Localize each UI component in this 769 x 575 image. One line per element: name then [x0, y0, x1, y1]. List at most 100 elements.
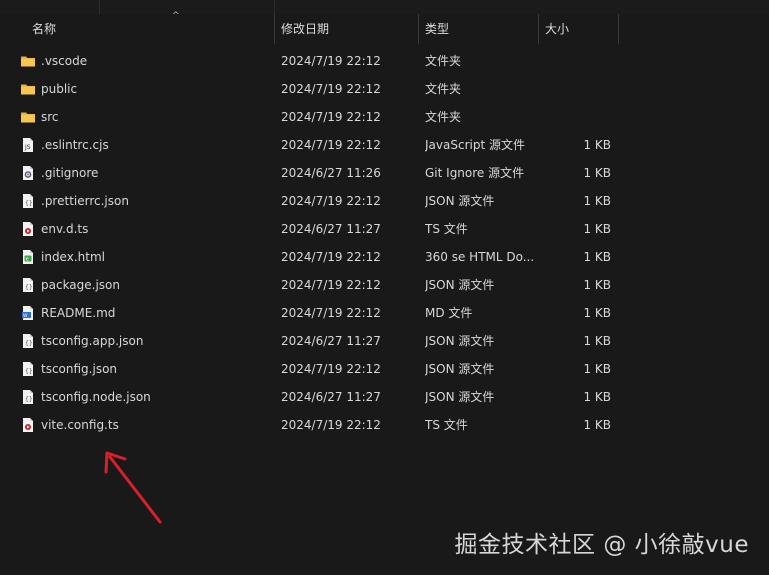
- column-name-label: 名称: [32, 22, 57, 36]
- file-type: MD 文件: [425, 306, 473, 320]
- file-name: package.json: [41, 278, 121, 292]
- folder-icon: [20, 53, 36, 69]
- file-name: .gitignore: [41, 166, 99, 180]
- file-size: 1 KB: [583, 250, 611, 264]
- ts-file-icon: [20, 417, 36, 433]
- file-row[interactable]: public 2024/7/19 22:12 文件夹: [0, 75, 769, 103]
- file-row[interactable]: {} tsconfig.node.json 2024/6/27 11:27 JSON …: [0, 383, 769, 411]
- file-modified-date: 2024/6/27 11:27: [281, 222, 381, 236]
- json-file-icon: {}: [20, 277, 36, 293]
- svg-text:{}: {}: [25, 340, 33, 347]
- file-modified-date: 2024/7/19 22:12: [281, 110, 381, 124]
- file-size: [540, 75, 611, 103]
- file-type: TS 文件: [425, 418, 468, 432]
- svg-text:{}: {}: [25, 284, 33, 291]
- file-name: env.d.ts: [41, 222, 89, 236]
- file-modified-date: 2024/7/19 22:12: [281, 278, 381, 292]
- file-modified-date: 2024/7/19 22:12: [281, 54, 381, 68]
- file-modified-date: 2024/7/19 22:12: [281, 306, 381, 320]
- file-modified-date: 2024/6/27 11:27: [281, 334, 381, 348]
- json-file-icon: {}: [20, 333, 36, 349]
- md-file-icon: W: [20, 305, 36, 321]
- file-row[interactable]: .gitignore 2024/6/27 11:26 Git Ignore 源文件 1…: [0, 159, 769, 187]
- file-size: 1 KB: [583, 390, 611, 404]
- folder-icon: [20, 81, 36, 97]
- file-modified-date: 2024/7/19 22:12: [281, 418, 381, 432]
- file-row[interactable]: {} package.json 2024/7/19 22:12 JSON 源文件 1 K…: [0, 271, 769, 299]
- file-modified-date: 2024/7/19 22:12: [281, 362, 381, 376]
- file-type: JSON 源文件: [425, 390, 495, 404]
- file-modified-date: 2024/7/19 22:12: [281, 82, 381, 96]
- svg-text:JS: JS: [24, 144, 31, 151]
- column-date[interactable]: 修改日期: [275, 14, 419, 44]
- file-name: tsconfig.json: [41, 362, 118, 376]
- file-name: tsconfig.node.json: [41, 390, 151, 404]
- file-size: 1 KB: [583, 138, 611, 152]
- file-type: JSON 源文件: [425, 194, 495, 208]
- file-modified-date: 2024/7/19 22:12: [281, 250, 381, 264]
- column-size-label: 大小: [545, 22, 570, 36]
- file-name: .prettierrc.json: [41, 194, 129, 208]
- file-row[interactable]: {} tsconfig.app.json 2024/6/27 11:27 JSON 源…: [0, 327, 769, 355]
- file-row[interactable]: vite.config.ts 2024/7/19 22:12 TS 文件 1 KB: [0, 411, 769, 439]
- red-arrow-annotation: [104, 451, 162, 524]
- column-name[interactable]: 名称 ^: [26, 11, 275, 44]
- file-row[interactable]: W README.md 2024/7/19 22:12 MD 文件 1 KB: [0, 299, 769, 327]
- file-row[interactable]: {} tsconfig.json 2024/7/19 22:12 JSON 源文件 1 …: [0, 355, 769, 383]
- json-file-icon: {}: [20, 389, 36, 405]
- file-row[interactable]: JS .eslintrc.cjs 2024/7/19 22:12 JavaScript…: [0, 131, 769, 159]
- file-row[interactable]: env.d.ts 2024/6/27 11:27 TS 文件 1 KB: [0, 215, 769, 243]
- file-type: JavaScript 源文件: [425, 138, 525, 152]
- file-size: 1 KB: [583, 194, 611, 208]
- file-name: public: [41, 82, 78, 96]
- file-type: 360 se HTML Do...: [425, 250, 535, 264]
- file-modified-date: 2024/6/27 11:27: [281, 390, 381, 404]
- file-modified-date: 2024/7/19 22:12: [281, 138, 381, 152]
- file-size: [540, 103, 611, 131]
- file-type: 文件夹: [425, 82, 462, 96]
- file-name: tsconfig.app.json: [41, 334, 144, 348]
- file-row[interactable]: e index.html 2024/7/19 22:12 360 se HTML Do…: [0, 243, 769, 271]
- watermark-text: 掘金技术社区 @ 小徐敲vue: [454, 532, 749, 558]
- file-name: .vscode: [41, 54, 88, 68]
- sort-up-icon: ^: [172, 11, 180, 21]
- file-type: JSON 源文件: [425, 278, 495, 292]
- file-row[interactable]: .vscode 2024/7/19 22:12 文件夹: [0, 47, 769, 75]
- file-modified-date: 2024/6/27 11:26: [281, 166, 381, 180]
- file-row[interactable]: src 2024/7/19 22:12 文件夹: [0, 103, 769, 131]
- file-type: Git Ignore 源文件: [425, 166, 525, 180]
- file-size: 1 KB: [583, 362, 611, 376]
- file-size: 1 KB: [583, 306, 611, 320]
- file-modified-date: 2024/7/19 22:12: [281, 194, 381, 208]
- gear-file-icon: [20, 165, 36, 181]
- file-list: .vscode 2024/7/19 22:12 文件夹 public 2024/7/19…: [0, 47, 769, 439]
- file-name: .eslintrc.cjs: [41, 138, 109, 152]
- html-file-icon: e: [20, 249, 36, 265]
- svg-text:{}: {}: [25, 200, 33, 207]
- file-size: 1 KB: [583, 334, 611, 348]
- file-name: src: [41, 110, 59, 124]
- file-size: 1 KB: [583, 278, 611, 292]
- toolbar-strip: [0, 0, 769, 14]
- file-name: vite.config.ts: [41, 418, 119, 432]
- file-type: 文件夹: [425, 54, 462, 68]
- file-name: README.md: [41, 306, 116, 320]
- file-type: JSON 源文件: [425, 362, 495, 376]
- column-type-label: 类型: [425, 22, 450, 36]
- file-size: 1 KB: [583, 418, 611, 432]
- column-date-label: 修改日期: [281, 22, 330, 36]
- file-size: [540, 47, 611, 75]
- column-type[interactable]: 类型: [419, 14, 539, 44]
- file-size: 1 KB: [583, 222, 611, 236]
- file-name: index.html: [41, 250, 105, 264]
- svg-text:W: W: [23, 313, 28, 319]
- column-size[interactable]: 大小: [539, 14, 619, 44]
- file-type: JSON 源文件: [425, 334, 495, 348]
- svg-text:{}: {}: [25, 368, 33, 375]
- file-row[interactable]: {} .prettierrc.json 2024/7/19 22:12 JSON 源文…: [0, 187, 769, 215]
- ts-file-icon: [20, 221, 36, 237]
- file-explorer: 名称 ^ 修改日期 类型 大小 .vscode 2024/7/19 22:12 文件…: [0, 0, 769, 575]
- svg-text:e: e: [26, 257, 29, 263]
- file-size: 1 KB: [583, 166, 611, 180]
- file-type: TS 文件: [425, 222, 468, 236]
